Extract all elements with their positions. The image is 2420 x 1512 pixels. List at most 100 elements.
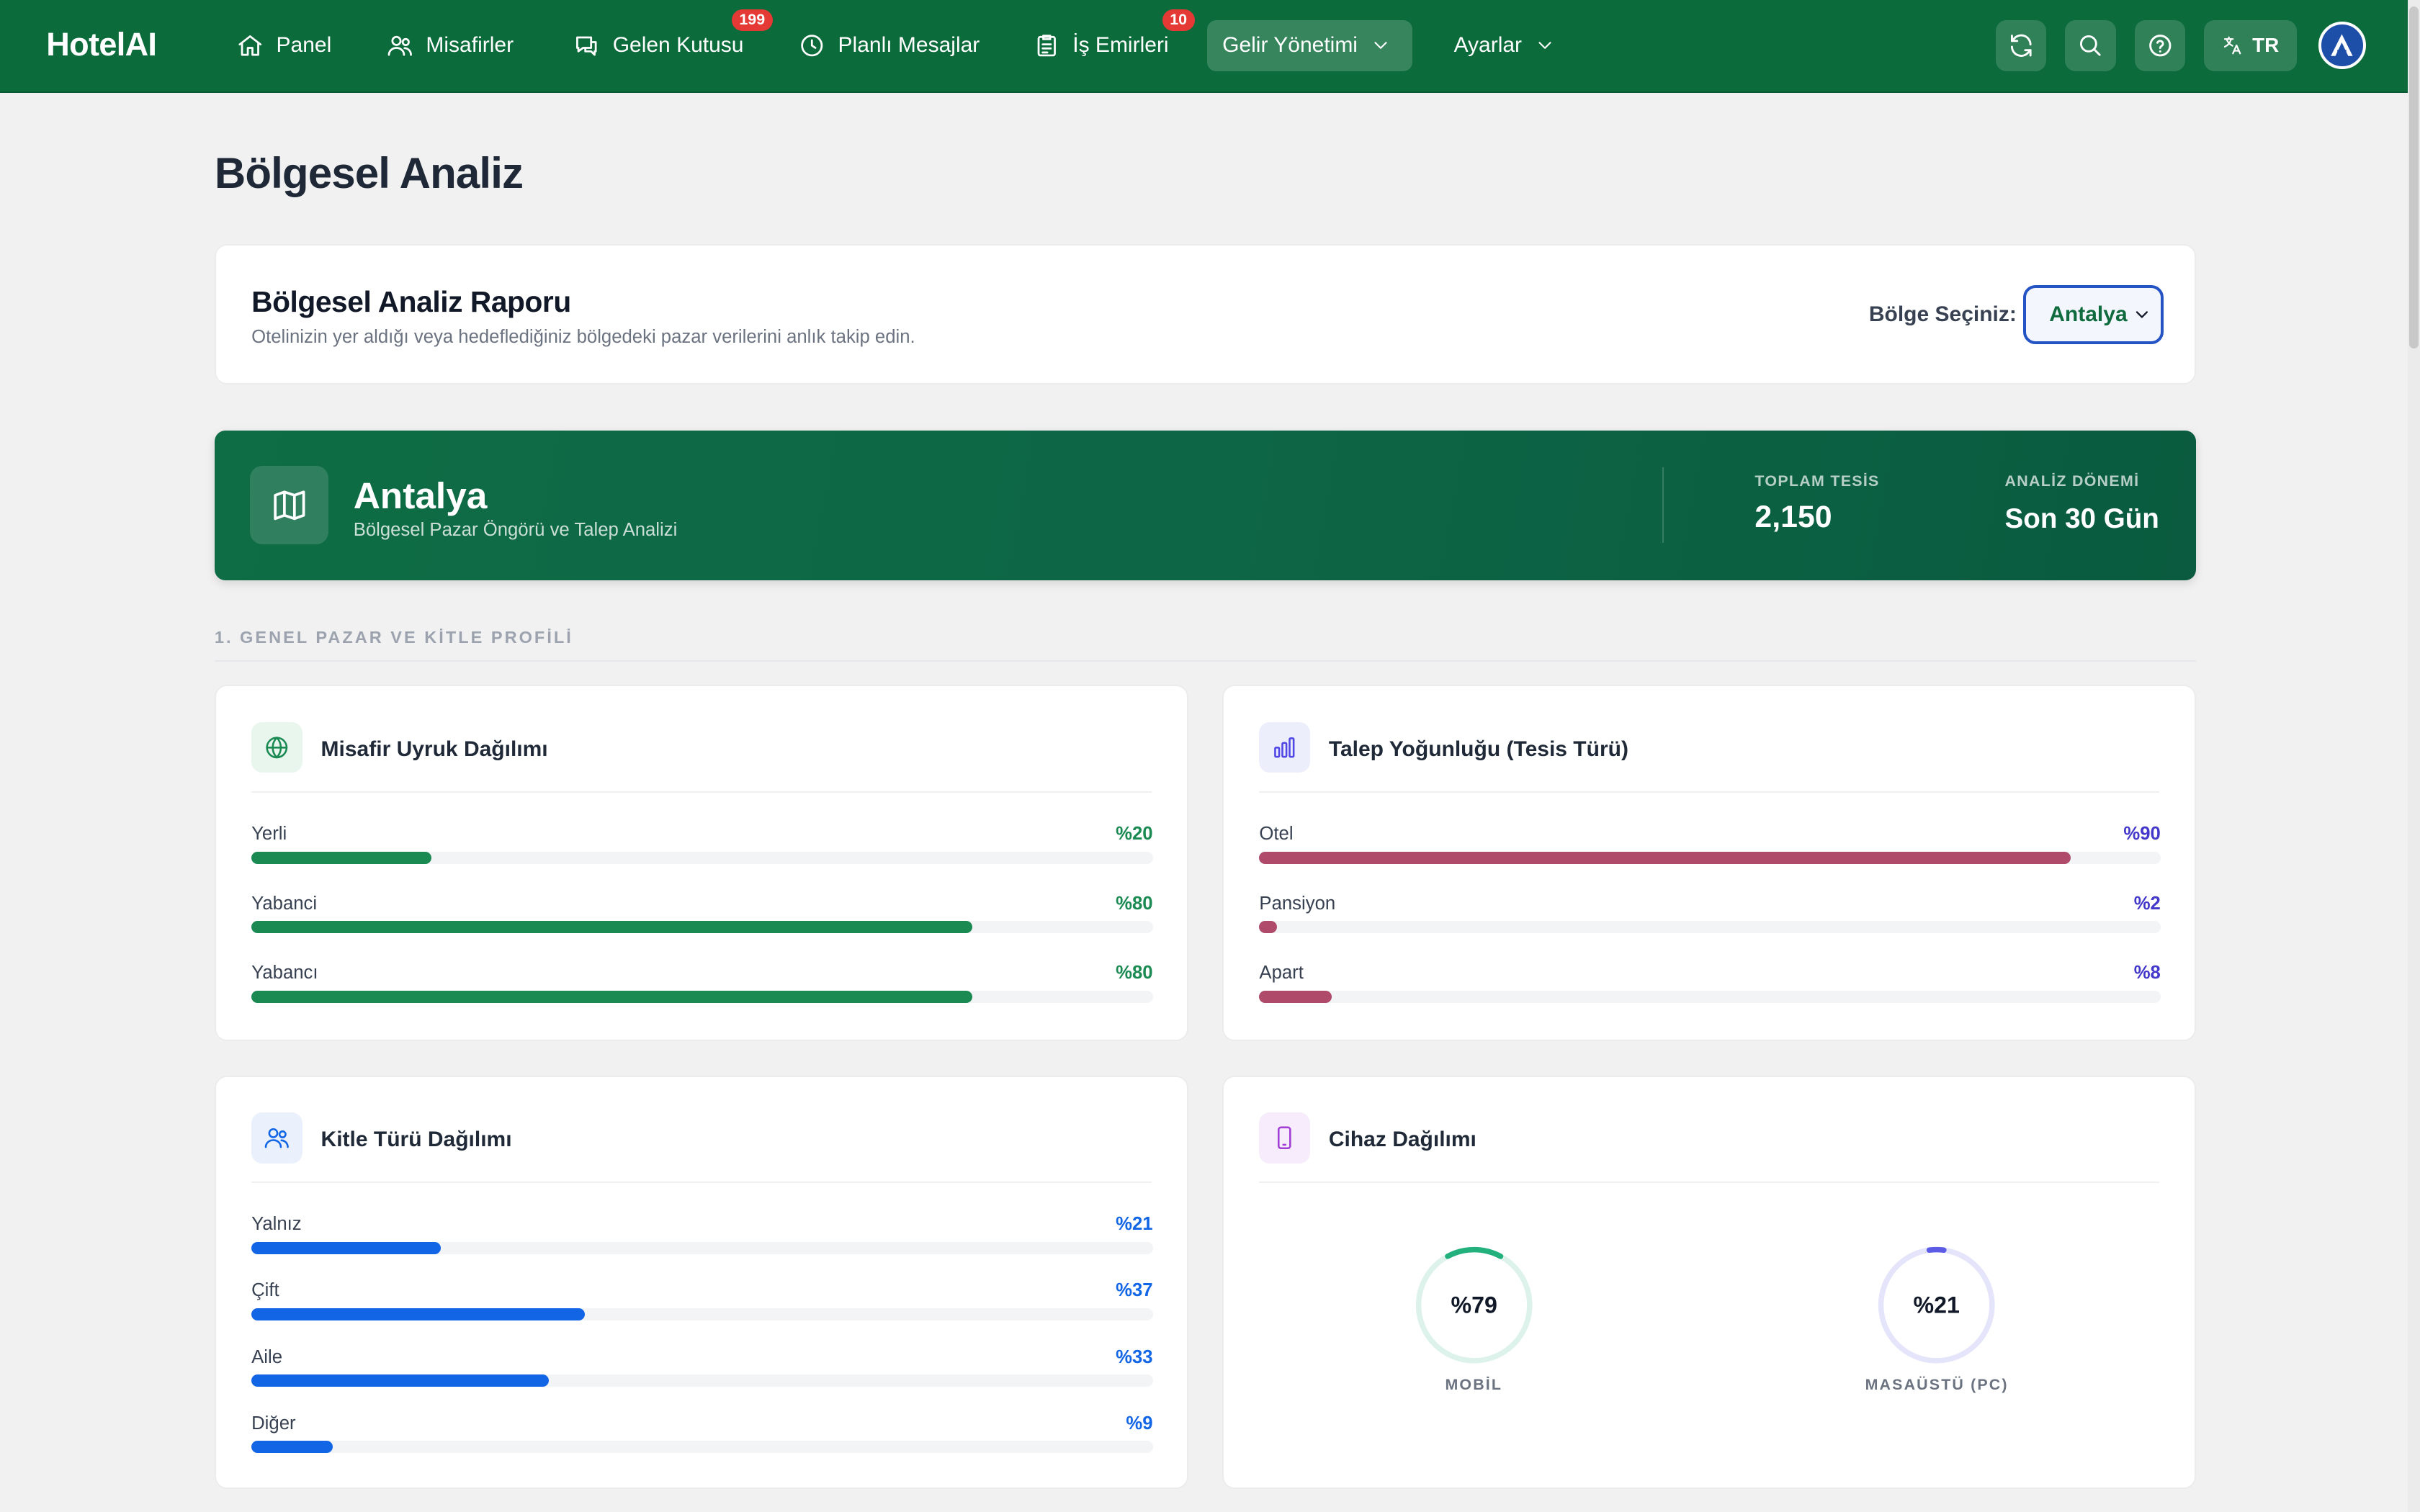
progress-fill bbox=[251, 921, 973, 934]
nav-item-label: Planlı Mesajlar bbox=[838, 33, 980, 58]
nav-item-scheduled-messages[interactable]: Planlı Mesajlar bbox=[782, 20, 995, 71]
bar-label: Apart bbox=[1259, 962, 1304, 983]
bar-label: Yabanci bbox=[251, 893, 318, 914]
chevron-down-icon bbox=[1374, 42, 1387, 49]
progress-track bbox=[251, 1308, 1153, 1321]
donut-label: MOBİL bbox=[1445, 1376, 1503, 1394]
bar-value: %80 bbox=[1116, 893, 1153, 914]
search-button[interactable] bbox=[2065, 19, 2116, 71]
help-button[interactable] bbox=[2134, 19, 2186, 71]
section-title: 1. GENEL PAZAR VE KİTLE PROFİLİ bbox=[214, 628, 573, 647]
bar-label: Çift bbox=[251, 1280, 279, 1301]
bar-value: %90 bbox=[2123, 824, 2161, 845]
page-scrollbar[interactable] bbox=[2407, 0, 2420, 1512]
refresh-icon bbox=[2010, 34, 2032, 57]
language-button[interactable]: TR bbox=[2204, 19, 2297, 71]
stat-period-label: ANALİZ DÖNEMİ bbox=[2004, 472, 2140, 490]
progress-fill bbox=[1259, 990, 1332, 1003]
chat-icon bbox=[576, 36, 597, 56]
progress-track bbox=[251, 851, 1153, 864]
panel-icon-box bbox=[251, 1112, 302, 1164]
nav-item-label: Gelir Yönetimi bbox=[1222, 33, 1358, 58]
nav-item-revenue-management[interactable]: Gelir Yönetimi bbox=[1206, 19, 1412, 71]
nav-item-guests[interactable]: Misafirler bbox=[370, 20, 529, 71]
users-icon bbox=[387, 35, 412, 56]
bar-value: %21 bbox=[1116, 1214, 1153, 1235]
progress-track bbox=[251, 1441, 1153, 1454]
progress-fill bbox=[251, 990, 973, 1003]
language-label: TR bbox=[2252, 34, 2280, 57]
progress-fill bbox=[251, 851, 432, 864]
device-gauge: %21 MASAÜSTÜ (PC) bbox=[1829, 1243, 2045, 1398]
nav-item-inbox[interactable]: Gelen Kutusu 199 bbox=[557, 9, 773, 71]
users-icon bbox=[264, 1128, 290, 1148]
home-icon bbox=[238, 35, 261, 56]
progress-track bbox=[251, 1374, 1153, 1387]
bar-value: %80 bbox=[1116, 962, 1153, 983]
panel-divider bbox=[251, 1182, 1152, 1184]
avatar-logo-icon bbox=[2331, 34, 2353, 56]
map-icon bbox=[274, 490, 305, 521]
demand-panel: Talep Yoğunluğu (Tesis Türü) Otel %90 Pans… bbox=[1222, 685, 2197, 1042]
donut-value: %21 bbox=[1914, 1292, 1960, 1318]
nav-item-label: İş Emirleri bbox=[1072, 33, 1169, 58]
smartphone-icon bbox=[1278, 1126, 1292, 1149]
translate-icon bbox=[2224, 36, 2241, 55]
nav-item-panel[interactable]: Panel bbox=[220, 20, 346, 71]
panel-divider bbox=[251, 791, 1152, 793]
report-header-card: Bölgesel Analiz Raporu Otelinizin yer al… bbox=[214, 243, 2197, 384]
progress-track bbox=[1259, 990, 2161, 1003]
region-select-label: Bölge Seçiniz: bbox=[1868, 302, 2017, 326]
hero-subtitle: Bölgesel Pazar Öngörü ve Talep Analizi bbox=[353, 520, 678, 541]
report-title: Bölgesel Analiz Raporu bbox=[251, 285, 571, 319]
globe-icon bbox=[266, 737, 288, 758]
nav-item-label: Gelen Kutusu bbox=[612, 33, 744, 58]
page-title: Bölgesel Analiz bbox=[214, 148, 524, 197]
bar-label: Diğer bbox=[251, 1413, 296, 1434]
nav-item-work-orders[interactable]: İş Emirleri 10 bbox=[1017, 9, 1195, 71]
progress-fill bbox=[251, 1441, 333, 1454]
panel-title: Misafir Uyruk Dağılımı bbox=[321, 737, 548, 762]
stat-total-label: TOPLAM TESİS bbox=[1754, 472, 1880, 490]
user-avatar[interactable] bbox=[2318, 22, 2366, 70]
brand-logo[interactable]: HotelAI bbox=[46, 26, 157, 63]
bar-value: %37 bbox=[1116, 1280, 1153, 1301]
clipboard-icon bbox=[1037, 35, 1056, 57]
bar-value: %33 bbox=[1116, 1346, 1153, 1367]
device-panel: Cihaz Dağılımı %79 MOBİL %21 MASAÜSTÜ (PC) bbox=[1222, 1075, 2197, 1489]
bar-value: %20 bbox=[1116, 824, 1153, 845]
top-navbar: HotelAI Panel Misafirler Gelen Kutusu 19… bbox=[0, 0, 2420, 93]
panel-title: Cihaz Dağılımı bbox=[1328, 1128, 1476, 1152]
bar-value: %9 bbox=[1126, 1413, 1153, 1434]
donut-chart: %79 bbox=[1415, 1246, 1533, 1364]
hero-city-name: Antalya bbox=[353, 474, 488, 516]
scrollbar-thumb[interactable] bbox=[2409, 6, 2419, 349]
donut-value: %79 bbox=[1451, 1292, 1497, 1318]
work-orders-count-badge: 10 bbox=[1162, 9, 1195, 31]
panel-divider bbox=[1259, 791, 2159, 793]
bar-value: %2 bbox=[2133, 893, 2161, 914]
panel-icon-box bbox=[1259, 1112, 1311, 1164]
progress-fill bbox=[1259, 921, 1278, 934]
refresh-button[interactable] bbox=[1995, 19, 2047, 71]
hero-icon-box bbox=[250, 466, 329, 545]
progress-fill bbox=[251, 1241, 441, 1254]
nav-item-settings[interactable]: Ayarlar bbox=[1438, 20, 1571, 71]
panel-icon-box bbox=[251, 721, 302, 773]
bar-chart-icon bbox=[1274, 737, 1295, 758]
bar-label: Otel bbox=[1259, 824, 1294, 845]
search-icon bbox=[2080, 35, 2101, 56]
progress-track bbox=[1259, 921, 2161, 934]
chevron-down-icon bbox=[2136, 311, 2148, 318]
bar-label: Yabancı bbox=[251, 962, 318, 983]
stat-period-value: Son 30 Gün bbox=[2004, 503, 2159, 534]
donut-chart: %21 bbox=[1878, 1246, 1996, 1364]
panel-icon-box bbox=[1259, 721, 1311, 773]
nationality-panel: Misafir Uyruk Dağılımı Yerli %20 Yabanci %8… bbox=[214, 685, 1188, 1042]
region-select[interactable]: Antalya bbox=[2023, 285, 2164, 344]
hero-divider bbox=[1662, 467, 1664, 544]
help-icon bbox=[2148, 35, 2172, 57]
donut-label: MASAÜSTÜ (PC) bbox=[1865, 1376, 2009, 1394]
progress-fill bbox=[251, 1374, 550, 1387]
panel-title: Kitle Türü Dağılımı bbox=[321, 1128, 512, 1152]
